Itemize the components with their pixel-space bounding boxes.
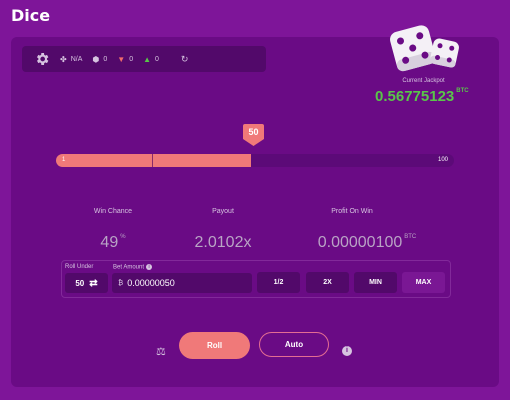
max-button[interactable]: MAX — [402, 272, 445, 293]
bet-amount-label: Bet Amount i — [113, 264, 153, 271]
slider-divider — [152, 154, 153, 167]
stat-losses-value: 0 — [129, 55, 134, 63]
win-chance-number: 49 — [100, 234, 119, 251]
bitcoin-icon: ₿ — [118, 279, 124, 287]
profit-amount: 0.00000100 — [317, 234, 403, 251]
slider-min-label: 1 — [62, 157, 66, 163]
profit-value: 0.00000100 BTC — [292, 234, 442, 252]
app-title: Dice — [11, 6, 51, 25]
scale-icon[interactable]: ⚖ — [156, 345, 166, 358]
info-icon[interactable]: i — [342, 346, 352, 356]
roll-slider-track[interactable] — [56, 154, 454, 167]
bet-amount-box: ₿ — [112, 273, 252, 293]
payout-value: 2.0102x — [194, 234, 252, 251]
slider-handle-value: 50 — [248, 127, 259, 137]
roll-under-value: 50 — [75, 278, 85, 288]
win-chance-unit: % — [120, 234, 126, 240]
dice-icon: ⬢ — [92, 54, 100, 64]
stat-wins-value: 0 — [155, 55, 159, 63]
slider-handle[interactable]: 50 — [243, 124, 264, 146]
triangle-down-icon: ▼ — [117, 54, 126, 64]
refresh-icon[interactable]: ↻ — [181, 54, 189, 65]
double-button[interactable]: 2X — [306, 272, 349, 293]
roll-button[interactable]: Roll — [179, 332, 250, 359]
stat-luck: ✤ N/A — [60, 55, 82, 64]
triangle-up-icon: ▲ — [143, 54, 152, 64]
stat-bets-value: 0 — [103, 55, 108, 63]
jackpot-amount: 0.56775123 — [375, 88, 455, 105]
clover-icon: ✤ — [60, 54, 67, 64]
win-chance-label: Win Chance — [93, 208, 133, 215]
info-icon[interactable]: i — [146, 264, 153, 270]
dice-logo-icon — [390, 25, 459, 72]
jackpot-unit: BTC — [456, 88, 469, 94]
slider-max-label: 100 — [438, 157, 449, 163]
bet-amount-input[interactable] — [127, 278, 248, 288]
half-button[interactable]: 1/2 — [257, 272, 300, 293]
roll-slider-fill — [56, 154, 252, 167]
stat-luck-value: N/A — [70, 55, 83, 63]
gear-icon[interactable] — [34, 51, 50, 67]
swap-icon: ⇄ — [89, 277, 98, 289]
min-button[interactable]: MIN — [354, 272, 397, 293]
roll-under-label: Roll Under — [65, 264, 94, 270]
bet-amount-label-text: Bet Amount — [113, 264, 145, 271]
payout-label: Payout — [212, 208, 234, 215]
jackpot-label: Current Jackpot — [402, 78, 445, 84]
stat-bets: ⬢ 0 — [92, 55, 107, 64]
jackpot-value: 0.56775123 BTC — [375, 88, 469, 105]
auto-button[interactable]: Auto — [259, 332, 329, 357]
profit-label: Profit On Win — [331, 208, 373, 215]
stat-wins: ▲ 0 — [143, 55, 159, 64]
profit-unit: BTC — [404, 234, 417, 240]
stats-bar: ✤ N/A ⬢ 0 ▼ 0 ▲ 0 ↻ — [22, 46, 266, 72]
stat-losses: ▼ 0 — [117, 55, 133, 64]
roll-under-toggle[interactable]: 50 ⇄ — [65, 273, 108, 293]
